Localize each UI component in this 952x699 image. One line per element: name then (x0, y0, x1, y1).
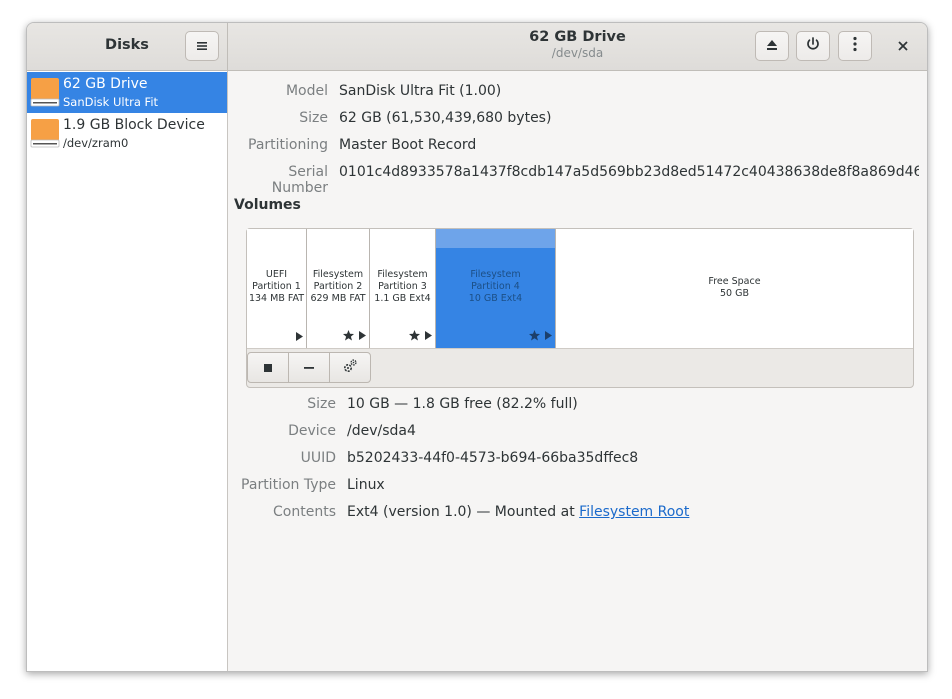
volume-free-space[interactable]: Free Space 50 GB (556, 229, 913, 348)
drive-item-zram[interactable]: 1.9 GB Block Device /dev/zram0 (27, 113, 227, 154)
partition-options-button[interactable] (329, 352, 371, 383)
kebab-menu-icon (852, 36, 858, 56)
minus-icon (303, 358, 315, 377)
serial-label: Serial Number (271, 164, 328, 196)
sidebar-headerbar: Disks (27, 23, 228, 71)
volume-partition-3[interactable]: Filesystem Partition 3 1.1 GB Ext4 (370, 229, 436, 348)
volume-toolbar (247, 349, 371, 383)
drive-details: Model SanDisk Ultra Fit (1.00) Size 62 G… (228, 71, 927, 671)
volume-line: Filesystem (312, 269, 364, 280)
partition-size-label: Size (307, 396, 336, 412)
volume-line: 10 GB Ext4 (468, 293, 523, 304)
volume-line: 134 MB FAT (248, 293, 305, 304)
size-label: Size (299, 110, 328, 126)
usage-band (436, 229, 555, 248)
drive-icon (30, 77, 60, 107)
contents-text: Ext4 (version 1.0) — Mounted at (347, 504, 580, 520)
volume-line: Partition 4 (471, 281, 520, 292)
volume-partition-1[interactable]: UEFI Partition 1 134 MB FAT (247, 229, 307, 348)
volume-line: Partition 3 (378, 281, 427, 292)
star-icon (409, 330, 420, 344)
volume-line: Partition 2 (313, 281, 363, 292)
menu-icon (196, 37, 208, 56)
drive-list: 62 GB Drive SanDisk Ultra Fit 1.9 GB Blo… (27, 71, 228, 671)
gears-icon (342, 358, 358, 378)
drive-name: 1.9 GB Block Device (63, 117, 205, 133)
serial-value: 0101c4d8933578a1437f8cdb147a5d569bb23d8e… (339, 164, 919, 180)
uuid-label: UUID (300, 450, 336, 466)
filesystem-root-link[interactable]: Filesystem Root (579, 504, 689, 520)
play-icon (358, 331, 366, 343)
volume-line: Partition 1 (252, 281, 301, 292)
volumes-frame: UEFI Partition 1 134 MB FAT Filesystem P… (246, 228, 914, 388)
volume-line: 1.1 GB Ext4 (374, 293, 431, 304)
drive-icon (30, 118, 60, 148)
partition-type-value: Linux (347, 477, 385, 493)
disks-window: Disks 62 GB Drive /dev/sda 62 GB Drive S… (26, 22, 928, 672)
volume-line: Filesystem (470, 269, 521, 280)
unmount-button[interactable] (247, 352, 289, 383)
volumes-heading: Volumes (234, 197, 301, 213)
close-icon (897, 37, 909, 56)
volume-line: 629 MB FAT (310, 293, 366, 304)
device-value: /dev/sda4 (347, 423, 416, 439)
uuid-value: b5202433-44f0-4573-b694-66ba35dffec8 (347, 450, 639, 466)
volume-map: UEFI Partition 1 134 MB FAT Filesystem P… (247, 229, 913, 349)
main-headerbar: 62 GB Drive /dev/sda (228, 23, 927, 71)
contents-label: Contents (273, 504, 336, 520)
size-value: 62 GB (61,530,439,680 bytes) (339, 110, 552, 126)
eject-icon (765, 37, 779, 56)
partition-type-label: Partition Type (241, 477, 336, 493)
model-value: SanDisk Ultra Fit (1.00) (339, 83, 502, 99)
volume-partition-4[interactable]: Filesystem Partition 4 10 GB Ext4 (436, 229, 556, 348)
delete-partition-button[interactable] (288, 352, 330, 383)
model-label: Model (285, 83, 328, 99)
drive-item-62gb[interactable]: 62 GB Drive SanDisk Ultra Fit (27, 72, 227, 113)
partitioning-label: Partitioning (248, 137, 328, 153)
device-label: Device (288, 423, 336, 439)
volume-line: Filesystem (377, 269, 428, 280)
contents-value: Ext4 (version 1.0) — Mounted at Filesyst… (347, 504, 689, 520)
star-icon (343, 330, 354, 344)
drive-name: 62 GB Drive (63, 76, 148, 92)
star-icon (529, 330, 540, 344)
close-button[interactable] (889, 31, 917, 61)
drive-menu-button[interactable] (838, 31, 872, 61)
volume-partition-2[interactable]: Filesystem Partition 2 629 MB FAT (307, 229, 370, 348)
volume-line: Free Space (708, 276, 761, 287)
partition-size-value: 10 GB — 1.8 GB free (82.2% full) (347, 396, 578, 412)
drive-subtitle: /dev/zram0 (63, 136, 129, 150)
drive-subtitle: SanDisk Ultra Fit (63, 95, 159, 109)
play-icon (295, 332, 303, 344)
menu-button[interactable] (185, 31, 219, 61)
stop-icon (263, 358, 273, 377)
volume-line: UEFI (265, 269, 288, 280)
play-icon (424, 331, 432, 343)
power-off-button[interactable] (796, 31, 830, 61)
play-icon (544, 331, 552, 343)
partitioning-value: Master Boot Record (339, 137, 477, 153)
power-icon (805, 36, 821, 56)
volume-line: 50 GB (720, 288, 749, 299)
eject-button[interactable] (755, 31, 789, 61)
